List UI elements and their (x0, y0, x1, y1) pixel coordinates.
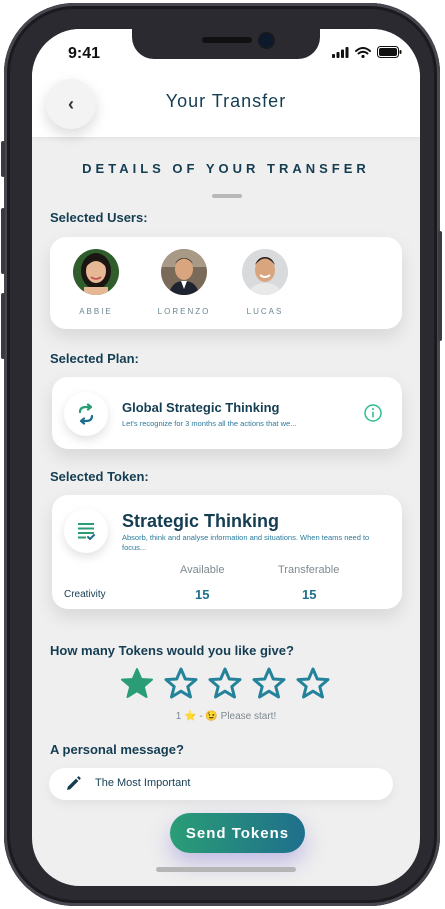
selected-users-card: ABBIE LORENZO LUCAS (50, 237, 402, 329)
drag-handle[interactable] (212, 194, 242, 198)
plan-subtitle: Let's recognize for 3 months all the act… (122, 419, 297, 428)
battery-icon (377, 46, 402, 58)
device-notch (132, 29, 320, 59)
token-title: Strategic Thinking (122, 511, 280, 531)
star-icon[interactable] (120, 667, 154, 701)
message-label: A personal message? (50, 742, 184, 757)
plan-title: Global Strategic Thinking (122, 400, 280, 415)
selected-token-label: Selected Token: (50, 469, 149, 484)
wifi-icon (355, 46, 371, 58)
available-label: Available (180, 564, 225, 576)
token-category: Creativity (64, 589, 106, 600)
star-icon[interactable] (164, 667, 198, 701)
power-button (438, 231, 442, 341)
user-name: LORENZO (157, 307, 211, 316)
recycle-arrows-icon (64, 392, 108, 436)
section-title: DETAILS OF YOUR TRANSFER (82, 161, 370, 176)
selected-plan-card[interactable]: Global Strategic Thinking Let's recogniz… (52, 377, 402, 449)
phone-frame: 9:41 ‹ Your Transfer DETAILS OF YOUR TRA… (1, 3, 442, 906)
message-text: The Most Important (95, 777, 191, 789)
pencil-icon (64, 775, 82, 798)
transferable-label: Transferable (278, 564, 340, 576)
app-header: ‹ Your Transfer (32, 73, 420, 137)
star-icon[interactable] (252, 667, 286, 701)
selected-plan-label: Selected Plan: (50, 351, 139, 366)
earpiece-speaker (202, 37, 252, 43)
rating-question: How many Tokens would you like give? (50, 643, 294, 658)
rating-hint: 1 ⭐ - 😉 Please start! (175, 711, 277, 722)
avatar (73, 249, 119, 295)
front-camera (260, 34, 273, 47)
status-time: 9:41 (68, 45, 101, 62)
send-tokens-button[interactable]: Send Tokens (170, 813, 305, 853)
star-rating (120, 667, 330, 701)
selected-users-label: Selected Users: (50, 210, 148, 225)
checklist-icon (64, 509, 108, 553)
user-name: ABBIE (79, 307, 113, 316)
transferable-value: 15 (302, 587, 317, 602)
home-indicator[interactable] (156, 867, 296, 872)
token-description: Absorb, think and analyse information an… (122, 533, 370, 552)
user-lorenzo[interactable]: LORENZO (153, 249, 215, 316)
signal-icon (332, 46, 349, 58)
app-screen: 9:41 ‹ Your Transfer DETAILS OF YOUR TRA… (32, 29, 420, 886)
available-value: 15 (195, 587, 210, 602)
volume-up-button (1, 208, 5, 274)
avatar (242, 249, 288, 295)
status-icons (332, 46, 402, 58)
message-input[interactable]: The Most Important (49, 768, 393, 800)
selected-token-card[interactable]: Strategic Thinking Absorb, think and ana… (52, 495, 402, 609)
avatar (161, 249, 207, 295)
page-title: Your Transfer (165, 91, 287, 111)
volume-down-button (1, 293, 5, 359)
user-abbie[interactable]: ABBIE (65, 249, 127, 316)
star-icon[interactable] (296, 667, 330, 701)
info-icon[interactable] (364, 404, 382, 427)
star-icon[interactable] (208, 667, 242, 701)
mute-switch (1, 141, 5, 177)
user-name: LUCAS (246, 307, 284, 316)
user-lucas[interactable]: LUCAS (234, 249, 296, 316)
